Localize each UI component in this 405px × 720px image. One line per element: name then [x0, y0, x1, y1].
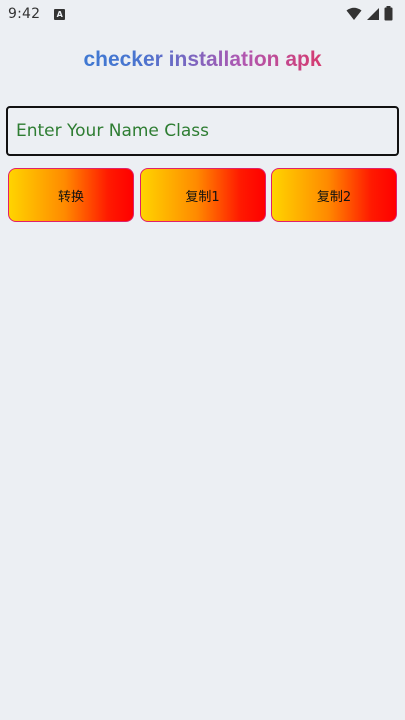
convert-button[interactable]: 转换	[8, 168, 134, 222]
battery-icon	[384, 6, 393, 21]
a-icon: A	[54, 8, 66, 20]
wifi-icon	[346, 7, 362, 20]
copy2-button[interactable]: 复制2	[271, 168, 397, 222]
signal-icon	[367, 7, 379, 20]
status-icons	[346, 6, 393, 21]
copy1-button[interactable]: 复制1	[139, 168, 266, 222]
status-time: 9:42	[8, 6, 41, 22]
app-title: checker installation apk	[0, 48, 405, 72]
action-button-row: 转换 复制1 复制2	[8, 168, 397, 222]
status-bar: 9:42 A	[0, 0, 405, 28]
app-screen: 9:42 A checker installation apk 转换 复制1 复…	[0, 0, 405, 720]
name-class-input[interactable]	[6, 106, 399, 156]
